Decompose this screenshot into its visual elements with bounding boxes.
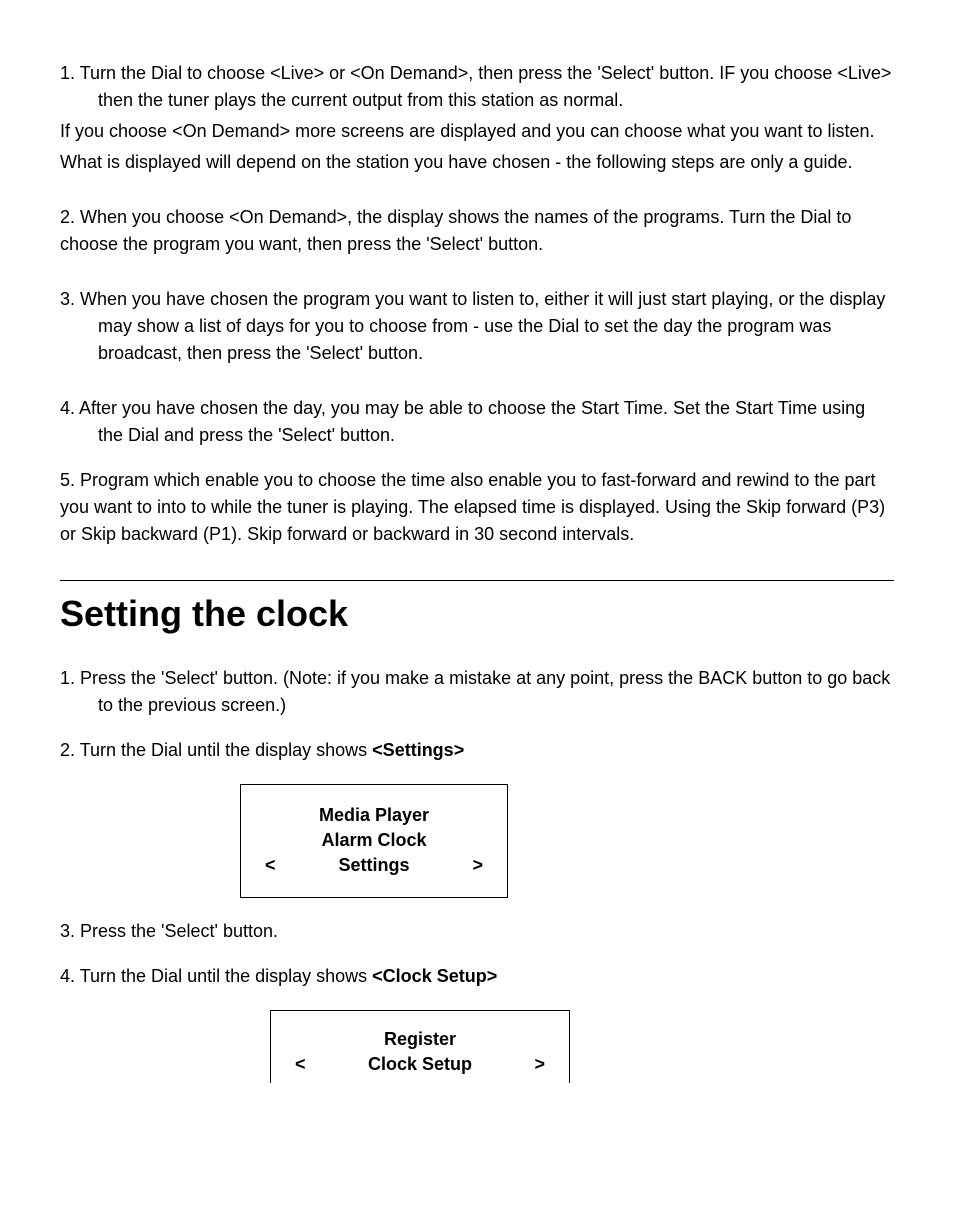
chevron-left-icon: < [295, 1052, 306, 1077]
clock-step-4-bold: <Clock Setup> [372, 966, 497, 986]
step-1c: What is displayed will depend on the sta… [60, 149, 894, 176]
display-line-media-player: Media Player [251, 803, 497, 828]
clock-step-3: 3. Press the 'Select' button. [60, 918, 894, 945]
display-selected-settings: Settings [338, 853, 409, 878]
display-box-settings: Media Player Alarm Clock < Settings > [240, 784, 508, 898]
step-2: 2. When you choose <On Demand>, the disp… [60, 204, 894, 258]
display-line-settings: < Settings > [251, 853, 497, 878]
step-4: 4. After you have chosen the day, you ma… [60, 395, 894, 449]
clock-step-2: 2. Turn the Dial until the display shows… [60, 737, 894, 764]
chevron-left-icon: < [265, 853, 276, 878]
clock-step-4: 4. Turn the Dial until the display shows… [60, 963, 894, 990]
clock-step-1: 1. Press the 'Select' button. (Note: if … [60, 665, 894, 719]
display-line-register: Register [281, 1027, 559, 1052]
display-box-clock-setup: Register < Clock Setup > [270, 1010, 570, 1083]
clock-step-2-text: 2. Turn the Dial until the display shows [60, 740, 372, 760]
display-line-clock-setup: < Clock Setup > [281, 1052, 559, 1077]
step-3: 3. When you have chosen the program you … [60, 286, 894, 367]
step-1a: 1. Turn the Dial to choose <Live> or <On… [60, 60, 894, 114]
chevron-right-icon: > [472, 853, 483, 878]
heading-setting-the-clock: Setting the clock [60, 587, 894, 641]
step-5: 5. Program which enable you to choose th… [60, 467, 894, 548]
chevron-right-icon: > [534, 1052, 545, 1077]
display-line-alarm-clock: Alarm Clock [251, 828, 497, 853]
display-selected-clock-setup: Clock Setup [368, 1052, 472, 1077]
clock-step-4-text: 4. Turn the Dial until the display shows [60, 966, 372, 986]
section-divider [60, 580, 894, 581]
clock-step-2-bold: <Settings> [372, 740, 464, 760]
step-1b: If you choose <On Demand> more screens a… [60, 118, 894, 145]
